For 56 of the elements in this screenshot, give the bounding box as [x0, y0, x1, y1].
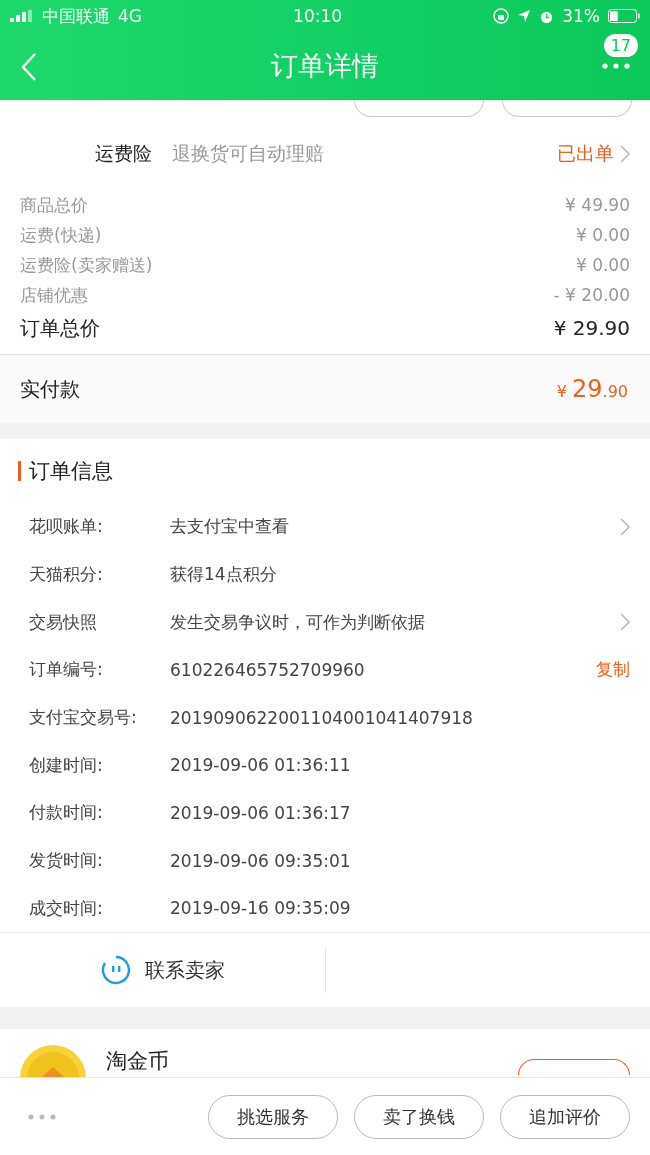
info-value: 2019090622001104001041407918: [170, 707, 474, 728]
action-button[interactable]: 追加评价: [500, 1094, 630, 1139]
info-value: 2019-09-06 01:36:11: [170, 755, 352, 776]
coin-title: 淘金币: [106, 1048, 170, 1076]
info-value: 2019-09-06 01:36:17: [170, 802, 352, 823]
battery-icon: [608, 9, 640, 23]
price-value: ¥ 49.90: [565, 195, 630, 215]
chevron-icon: [620, 145, 630, 163]
clock-time: 10:10: [293, 6, 343, 26]
carrier-name: 中国联通: [42, 4, 110, 28]
info-label: 创建时间:: [29, 753, 104, 777]
price-label: 店铺优惠: [20, 283, 88, 307]
signal-icon: [10, 10, 34, 22]
price-value: ¥ 0.00: [575, 255, 630, 275]
more-icon[interactable]: [602, 63, 630, 69]
message-count-badge: 17: [603, 34, 638, 57]
location-arrow-icon: [517, 9, 532, 23]
paid-amount: ¥ 29.90: [556, 375, 628, 403]
section-title: 订单信息: [29, 458, 113, 485]
info-label: 花呗账单:: [29, 515, 104, 539]
info-value: 获得14点积分: [170, 563, 278, 587]
total-value: ¥ 29.90: [553, 316, 630, 340]
info-value: 610226465752709960: [170, 659, 366, 680]
contact-seller-button[interactable]: 联系卖家: [0, 947, 326, 994]
info-label: 支付宝交易号:: [29, 706, 138, 730]
price-label: 运费(快递): [20, 223, 102, 247]
insurance-label: 运费险: [95, 141, 152, 166]
page-title: 订单详情: [271, 49, 379, 83]
copy-link[interactable]: 复制: [596, 658, 630, 682]
network-type: 4G: [118, 6, 142, 26]
action-button[interactable]: 卖了换钱: [354, 1094, 484, 1139]
chevron-icon[interactable]: [620, 517, 630, 536]
action-button[interactable]: 挑选服务: [208, 1094, 338, 1139]
info-value: 2019-09-06 09:35:01: [170, 850, 352, 871]
price-label: 商品总价: [20, 193, 88, 217]
back-icon[interactable]: [20, 52, 38, 82]
info-label: 发货时间:: [29, 849, 104, 873]
info-label: 付款时间:: [29, 801, 104, 825]
info-label: 成交时间:: [29, 896, 104, 920]
info-label: 订单编号:: [29, 658, 104, 682]
price-label: 运费险(卖家赠送): [20, 253, 153, 277]
info-value: 发生交易争议时，可作为判断依据: [170, 610, 426, 634]
total-label: 订单总价: [20, 314, 100, 342]
paid-label: 实付款: [20, 375, 80, 403]
price-value: ¥ 0.00: [575, 225, 630, 245]
insurance-desc: 退换货可自动理赔: [172, 141, 325, 166]
chat-face-icon: [100, 955, 131, 986]
info-label: 天猫积分:: [29, 563, 104, 587]
info-value: 去支付宝中查看: [170, 515, 290, 539]
more-icon[interactable]: [28, 1113, 56, 1120]
battery-percent: 31%: [562, 6, 600, 26]
chevron-icon[interactable]: [620, 613, 630, 632]
info-value: 2019-09-16 09:35:09: [170, 898, 352, 919]
info-label: 交易快照: [29, 610, 98, 634]
rotation-lock-icon: [493, 8, 510, 24]
price-value: - ¥ 20.00: [553, 285, 630, 305]
